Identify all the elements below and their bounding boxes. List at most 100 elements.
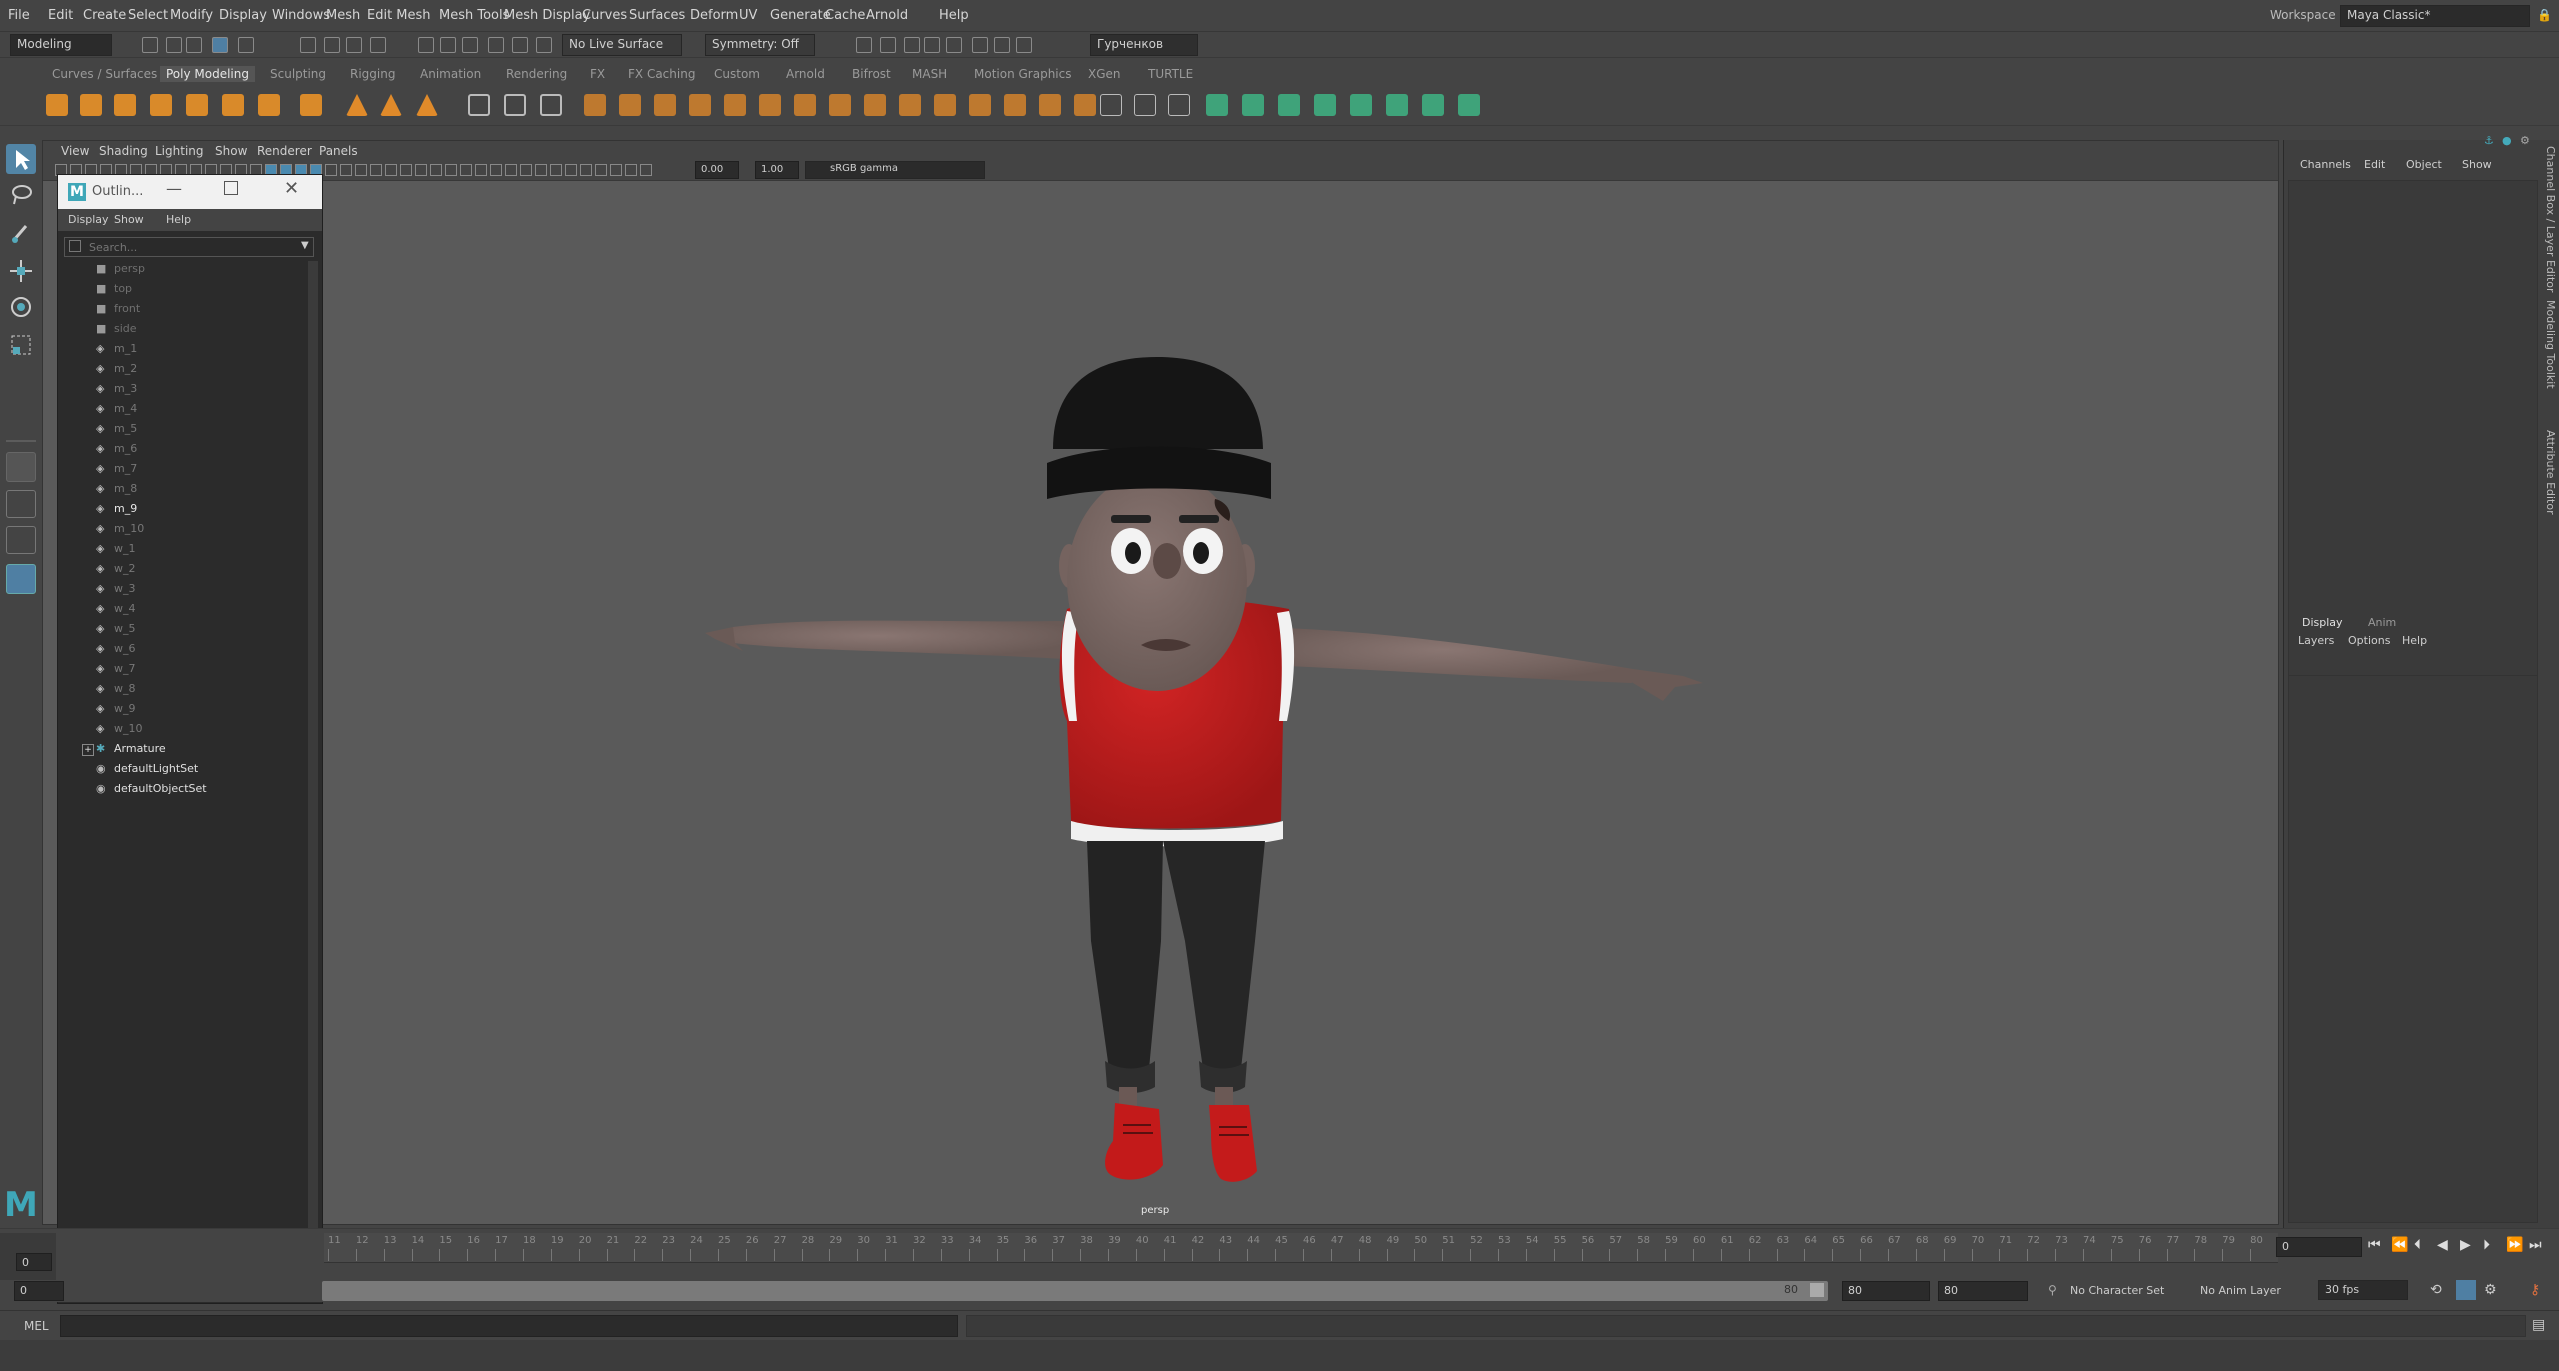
menu-modify[interactable]: Modify — [170, 8, 213, 23]
autokey-icon[interactable]: ⚷ — [2530, 1282, 2540, 1298]
viewport-tool-icon[interactable] — [475, 164, 487, 176]
uv-tool-icon[interactable] — [1386, 94, 1408, 116]
shelf-tab-bifrost[interactable]: Bifrost — [852, 67, 891, 81]
status-tool-icon[interactable] — [346, 37, 362, 53]
viewport-tool-icon[interactable] — [580, 164, 592, 176]
workspace-dropdown[interactable]: Maya Classic* — [2340, 5, 2530, 27]
viewport-tool-icon[interactable] — [385, 164, 397, 176]
key-icon[interactable] — [2456, 1280, 2476, 1300]
mesh-op-icon[interactable] — [969, 94, 991, 116]
viewport-tool-icon[interactable] — [445, 164, 457, 176]
viewport-tool-icon[interactable] — [640, 164, 652, 176]
status-tool-icon[interactable] — [370, 37, 386, 53]
poly-primitive-icon[interactable] — [150, 94, 172, 116]
layer-editor-tab-display[interactable]: Display — [2302, 616, 2343, 629]
playback-button-icon[interactable]: ⏭ — [2529, 1237, 2542, 1253]
status-tool-icon[interactable] — [300, 37, 316, 53]
shelf-tab-turtle[interactable]: TURTLE — [1148, 67, 1193, 81]
shelf-tab-animation[interactable]: Animation — [420, 67, 481, 81]
menu-display[interactable]: Display — [219, 8, 267, 23]
mesh-op-icon[interactable] — [654, 94, 676, 116]
uv-tool-icon[interactable] — [1350, 94, 1372, 116]
uv-tool-icon[interactable] — [1458, 94, 1480, 116]
lasso-tool-icon[interactable] — [6, 180, 36, 210]
status-tool-icon[interactable] — [212, 37, 228, 53]
viewport-menu-show[interactable]: Show — [215, 144, 247, 158]
poly-primitive-icon[interactable] — [258, 94, 280, 116]
mesh-op-icon[interactable] — [934, 94, 956, 116]
command-input[interactable] — [60, 1315, 958, 1337]
symmetry-dropdown[interactable]: Symmetry: Off — [705, 34, 815, 56]
channel-box-menu-show[interactable]: Show — [2462, 158, 2492, 171]
menu-curves[interactable]: Curves — [582, 8, 627, 23]
shelf-tab-motion-graphics[interactable]: Motion Graphics — [974, 67, 1072, 81]
mesh-op-icon[interactable] — [584, 94, 606, 116]
menu-file[interactable]: File — [8, 8, 30, 23]
status-tool-icon[interactable] — [440, 37, 456, 53]
status-tool-icon[interactable] — [488, 37, 504, 53]
menu-edit-mesh[interactable]: Edit Mesh — [367, 8, 431, 23]
shelf-tab-rigging[interactable]: Rigging — [350, 67, 395, 81]
status-tool-icon[interactable] — [856, 37, 872, 53]
outliner-mesh-row[interactable]: ◈ m_3 — [96, 379, 137, 399]
time-ruler[interactable]: 11 12 13 14 15 16 17 18 19 20 21 22 23 24 25 26 27 28 29 30… — [324, 1233, 2278, 1263]
transform-tool-icon[interactable] — [468, 94, 490, 116]
menu-edit[interactable]: Edit — [48, 8, 73, 23]
outliner-camera-row[interactable]: ■ front — [96, 299, 140, 319]
viewport-menu-renderer[interactable]: Renderer — [257, 144, 312, 158]
poly-primitive-icon[interactable] — [46, 94, 68, 116]
viewport-tool-icon[interactable] — [565, 164, 577, 176]
time-slider[interactable]: 0 11 12 13 14 15 16 17 18 19 20 21 22 23 24 25 26 27 28 29… — [0, 1228, 2559, 1286]
mesh-op-icon[interactable] — [794, 94, 816, 116]
mesh-op-icon[interactable] — [1074, 94, 1096, 116]
channel-box-menu-object[interactable]: Object — [2406, 158, 2442, 171]
single-view-icon[interactable] — [6, 452, 36, 482]
menu-mesh-display[interactable]: Mesh Display — [504, 8, 590, 23]
search-dropdown-icon[interactable]: ▼ — [301, 240, 309, 251]
outliner-search[interactable]: ▼ — [64, 237, 314, 257]
shelf-tab-xgen[interactable]: XGen — [1088, 67, 1121, 81]
outliner-mesh-row[interactable]: ◈ m_10 — [96, 519, 144, 539]
channel-box-menu-edit[interactable]: Edit — [2364, 158, 2385, 171]
status-tool-icon[interactable] — [994, 37, 1010, 53]
status-tool-icon[interactable] — [1016, 37, 1032, 53]
side-tab-channel-box-layer-editor[interactable]: Channel Box / Layer Editor — [2544, 146, 2557, 293]
channel-box-menu-channels[interactable]: Channels — [2300, 158, 2351, 171]
outliner-camera-row[interactable]: ■ side — [96, 319, 137, 339]
range-handle[interactable] — [1810, 1283, 1824, 1297]
transform-tool-icon[interactable] — [540, 94, 562, 116]
outliner-mesh-row[interactable]: ◈ m_9 — [96, 499, 137, 519]
status-tool-icon[interactable] — [142, 37, 158, 53]
viewport-menu-lighting[interactable]: Lighting — [155, 144, 204, 158]
mesh-op-icon[interactable] — [1004, 94, 1026, 116]
mode-dropdown[interactable]: Modeling — [10, 34, 112, 56]
expand-icon[interactable]: + — [82, 744, 94, 756]
outliner-layout-icon[interactable] — [6, 564, 36, 594]
anim-prefs-icon[interactable]: ⚙ — [2484, 1282, 2497, 1298]
minimize-icon[interactable]: — — [166, 179, 182, 198]
outliner-menu-display[interactable]: Display — [68, 213, 109, 226]
shelf-tab-mash[interactable]: MASH — [912, 67, 947, 81]
colorspace-dropdown[interactable]: sRGB gamma — [805, 161, 985, 179]
menu-arnold[interactable]: Arnold — [866, 8, 908, 23]
playback-button-icon[interactable]: ⏵ — [2483, 1237, 2490, 1253]
pin-icon[interactable]: ⚓ — [2484, 134, 2494, 147]
status-tool-icon[interactable] — [418, 37, 434, 53]
outliner-menu-help[interactable]: Help — [166, 213, 191, 226]
menu-surfaces[interactable]: Surfaces — [629, 8, 685, 23]
status-tool-icon[interactable] — [186, 37, 202, 53]
outliner-mesh-row[interactable]: ◈ m_7 — [96, 459, 137, 479]
fps-dropdown[interactable]: 30 fps — [2318, 1280, 2408, 1300]
gamma-field[interactable]: 1.00 — [755, 161, 799, 179]
status-tool-icon[interactable] — [166, 37, 182, 53]
lock-icon[interactable]: 🔒 — [2537, 8, 2552, 22]
poly-primitive-icon[interactable] — [186, 94, 208, 116]
shelf-tab-fx[interactable]: FX — [590, 67, 605, 81]
status-tool-icon[interactable] — [904, 37, 920, 53]
menu-select[interactable]: Select — [128, 8, 168, 23]
outliner-mesh-row[interactable]: ◈ w_6 — [96, 639, 136, 659]
viewport-tool-icon[interactable] — [460, 164, 472, 176]
outliner-mesh-row[interactable]: ◈ m_5 — [96, 419, 137, 439]
user-dropdown[interactable]: Гурченков — [1090, 34, 1198, 56]
menu-uv[interactable]: UV — [739, 8, 757, 23]
